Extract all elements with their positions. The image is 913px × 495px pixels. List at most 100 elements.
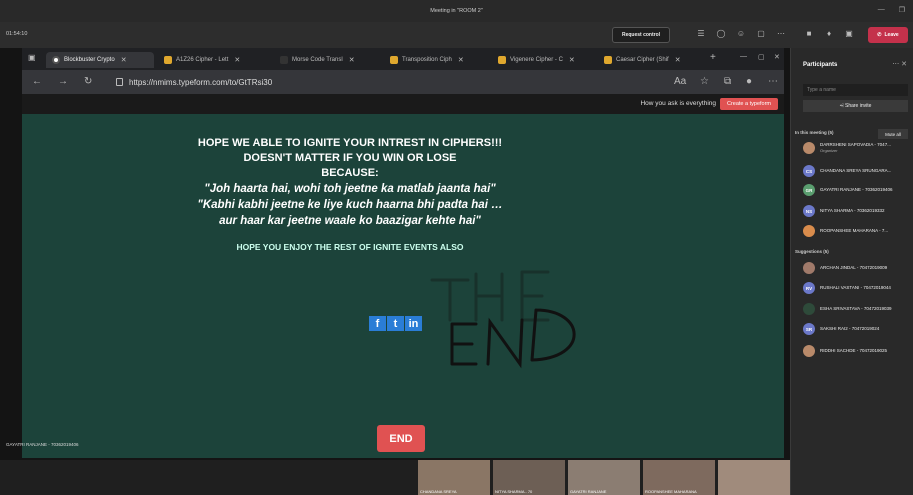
collections-icon[interactable]: ⧉ xyxy=(724,76,731,87)
facebook-icon[interactable]: f xyxy=(369,316,386,331)
avatar: CS xyxy=(803,165,815,177)
new-tab-icon[interactable]: + xyxy=(710,52,716,63)
create-typeform-button[interactable]: Create a typeform xyxy=(720,98,778,110)
avatar xyxy=(803,303,815,315)
tab-label: Transposition Ciph xyxy=(402,57,452,63)
close-icon[interactable]: ✕ xyxy=(234,56,240,64)
tab-blockbuster[interactable]: Blockbuster Crypto ✕ xyxy=(46,52,154,68)
share-invite-button[interactable]: ⩤ Share invite xyxy=(803,100,908,112)
suggestions-header[interactable]: Suggestions (5) xyxy=(795,249,829,254)
tab-label: Morse Code Transl xyxy=(292,57,343,63)
participant-name: ROOPANSHEE MAHARANA - 7... xyxy=(820,228,889,233)
avatar: SR xyxy=(803,323,815,335)
request-control-button[interactable]: Request control xyxy=(612,27,670,43)
presenter-caption: GAYATRI RANJANE - 70362019406 xyxy=(6,442,79,447)
tab-a1z26[interactable]: A1Z26 Cipher - Lett ✕ xyxy=(158,52,270,68)
tab-morse[interactable]: Morse Code Transl ✕ xyxy=(274,52,382,68)
avatar xyxy=(803,345,815,357)
close-icon[interactable]: ✕ xyxy=(121,56,127,64)
suggestion-row[interactable]: RV RUSHALI VASTANI - 70472019044 xyxy=(803,282,891,294)
close-icon[interactable]: ⋯ ✕ xyxy=(892,60,907,68)
suggestion-row[interactable]: ARCHAN JINDAL - 70472019009 xyxy=(803,262,887,274)
tab-caesar[interactable]: Caesar Cipher (Shif ✕ xyxy=(598,52,706,68)
settings-more-icon[interactable]: ⋯ xyxy=(768,76,778,87)
more-icon[interactable]: ⋯ xyxy=(776,29,786,39)
lock-icon xyxy=(116,78,123,86)
minimize-icon[interactable]: — xyxy=(740,53,747,60)
mic-icon[interactable]: ♦ xyxy=(824,29,834,39)
suggestion-row[interactable]: ESHA SRIVASTAVA - 70472019039 xyxy=(803,303,891,315)
close-icon[interactable]: ✕ xyxy=(349,56,355,64)
tab-label: A1Z26 Cipher - Lett xyxy=(176,57,229,63)
share-icon[interactable]: ▣ xyxy=(844,29,854,39)
leave-label: Leave xyxy=(884,32,899,38)
video-thumbnail[interactable] xyxy=(718,460,790,495)
avatar: RV xyxy=(803,282,815,294)
leave-button[interactable]: ✆ Leave xyxy=(868,27,908,43)
message-line: BECAUSE: xyxy=(321,167,379,179)
maximize-icon[interactable]: ▢ xyxy=(758,53,765,61)
favorites-icon[interactable]: ☆ xyxy=(700,76,709,87)
close-window-icon[interactable]: ✕ xyxy=(774,53,780,61)
participants-panel: Participants ⋯ ✕ Type a name ⩤ Share inv… xyxy=(790,48,913,495)
forward-icon[interactable]: → xyxy=(58,76,68,87)
dcode-favicon-icon xyxy=(604,56,612,64)
url-field[interactable]: https://nmims.typeform.com/to/GtTRsi30 xyxy=(112,74,712,90)
participant-row[interactable]: GR GAYATRI RANJANE - 70362019406 xyxy=(803,184,893,196)
ending-message: HOPE WE ABLE TO IGNITE YOUR INTREST IN C… xyxy=(190,136,510,252)
participant-row[interactable]: ROOPANSHEE MAHARANA - 7... xyxy=(803,225,888,237)
dcode-favicon-icon xyxy=(390,56,398,64)
back-icon[interactable]: ← xyxy=(32,76,42,87)
video-thumbnail[interactable]: ROOPANSHEE MAHARANA xyxy=(643,460,715,495)
rooms-icon[interactable]: ▢ xyxy=(756,29,766,39)
participant-row[interactable]: NS NITYA SHARMA - 70362019332 xyxy=(803,205,884,217)
video-thumbnail[interactable]: CHANDANA SREYA xyxy=(418,460,490,495)
end-button[interactable]: END xyxy=(377,425,425,452)
twitter-icon[interactable]: t xyxy=(387,316,404,331)
tab-vigenere[interactable]: Vigenere Cipher - C ✕ xyxy=(492,52,596,68)
in-meeting-header[interactable]: In this meeting (5) xyxy=(795,130,834,135)
participant-name: ARCHAN JINDAL - 70472019009 xyxy=(820,265,888,270)
close-icon[interactable]: ✕ xyxy=(675,56,681,64)
share-invite-label: Share invite xyxy=(844,103,872,109)
participant-row[interactable]: CS CHANDANA SREYA SRUNGARA... xyxy=(803,165,891,177)
participant-search-input[interactable]: Type a name xyxy=(803,84,908,96)
sidebar-toggle-icon[interactable]: ▣ xyxy=(28,53,36,62)
participant-row[interactable]: DARRSHENI SAPOVADIA - 7047... Organizer xyxy=(803,142,891,154)
camera-icon[interactable]: ■ xyxy=(804,29,814,39)
dcode-favicon-icon xyxy=(164,56,172,64)
reactions-icon[interactable]: ☺ xyxy=(736,29,746,39)
suggestion-row[interactable]: SR SAKSHI RAI2 - 70472019024 xyxy=(803,323,879,335)
chat-icon[interactable]: ◯ xyxy=(716,29,726,39)
tab-label: Blockbuster Crypto xyxy=(64,57,115,63)
participant-name: RIDDHI SACHDE - 70472019025 xyxy=(820,348,888,353)
message-line: DOESN'T MATTER IF YOU WIN OR LOSE xyxy=(243,152,457,164)
refresh-icon[interactable]: ↻ xyxy=(84,76,92,87)
video-thumbnail[interactable]: GAYATRI RANJANE xyxy=(568,460,640,495)
ink-scribble xyxy=(430,270,576,369)
participant-name: GAYATRI RANJANE - 70362019406 xyxy=(820,187,893,192)
close-icon[interactable]: ✕ xyxy=(569,56,575,64)
close-icon[interactable]: ✕ xyxy=(458,56,464,64)
suggestion-row[interactable]: RIDDHI SACHDE - 70472019025 xyxy=(803,345,887,357)
video-thumbnail[interactable]: NITYA SHARMA - 70 xyxy=(493,460,565,495)
participant-name: CHANDANA SREYA SRUNGARA... xyxy=(820,168,892,173)
tab-transposition[interactable]: Transposition Ciph ✕ xyxy=(384,52,490,68)
thumbnail-label: CHANDANA SREYA xyxy=(420,489,457,494)
browser-window: ▣ Blockbuster Crypto ✕ A1Z26 Cipher - Let… xyxy=(22,48,784,458)
reader-icon[interactable]: Aa xyxy=(674,76,686,87)
address-bar: ← → ↻ https://nmims.typeform.com/to/GtTR… xyxy=(22,70,784,94)
quote-line: "Kabhi kabhi jeetne ke liye kuch haarna … xyxy=(197,199,503,227)
thumbnail-label: NITYA SHARMA - 70 xyxy=(495,489,533,494)
meeting-timer: 01:54:10 xyxy=(6,31,28,37)
participants-icon[interactable]: ☰ xyxy=(696,29,706,39)
tab-label: Vigenere Cipher - C xyxy=(510,57,563,63)
participant-name: NITYA SHARMA - 70362019332 xyxy=(820,208,885,213)
profile-icon[interactable]: ● xyxy=(746,76,752,87)
participant-name: DARRSHENI SAPOVADIA - 7047... xyxy=(820,142,891,147)
minimize-icon[interactable]: — xyxy=(878,6,885,14)
restore-icon[interactable]: ❐ xyxy=(899,6,905,14)
participant-role: Organizer xyxy=(820,148,838,153)
mute-all-button[interactable]: Mute all xyxy=(878,129,908,139)
dcode-favicon-icon xyxy=(498,56,506,64)
